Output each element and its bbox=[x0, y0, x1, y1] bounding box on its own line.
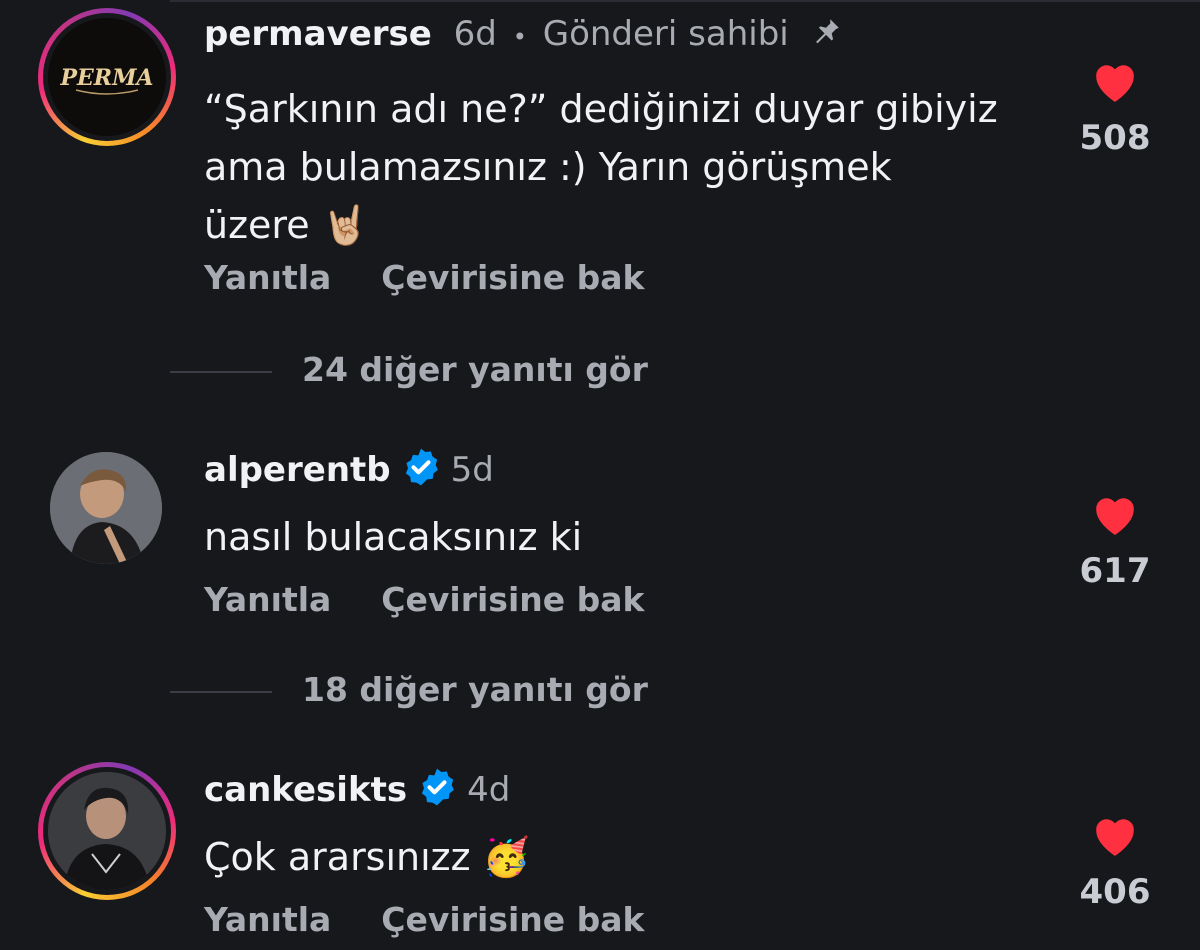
comment-text: nasıl bulacaksınız ki bbox=[204, 515, 583, 559]
view-more-replies-label[interactable]: 18 diğer yanıtı gör bbox=[302, 670, 648, 709]
username[interactable]: alperentb bbox=[204, 450, 391, 490]
verified-badge-icon bbox=[401, 447, 441, 496]
username[interactable]: permaverse bbox=[204, 14, 432, 54]
comment-header: permaverse 6d • Gönderi sahibi bbox=[204, 14, 843, 58]
divider-line bbox=[170, 370, 272, 373]
heart-icon[interactable] bbox=[1090, 498, 1140, 541]
comment-actions: Yanıtla Çevirisine bak bbox=[204, 580, 644, 619]
comment-header: alperentb 5d bbox=[204, 447, 494, 496]
comment-actions: Yanıtla Çevirisine bak bbox=[204, 900, 644, 939]
comment-text: “Şarkının adı ne?” dediğinizi duyar gibi… bbox=[204, 87, 998, 247]
like-button[interactable]: 406 bbox=[1070, 812, 1160, 912]
avatar-story-ring[interactable] bbox=[38, 762, 176, 900]
avatar: PERMA bbox=[48, 18, 166, 136]
comment-actions: Yanıtla Çevirisine bak bbox=[204, 258, 644, 297]
reply-button[interactable]: Yanıtla bbox=[204, 258, 331, 297]
like-count: 508 bbox=[1079, 118, 1151, 158]
view-more-replies[interactable]: 24 diğer yanıtı gör bbox=[170, 350, 648, 389]
avatar bbox=[48, 772, 166, 890]
see-translation-button[interactable]: Çevirisine bak bbox=[381, 900, 644, 939]
username[interactable]: cankesikts bbox=[204, 770, 407, 810]
see-translation-button[interactable]: Çevirisine bak bbox=[381, 580, 644, 619]
reply-button[interactable]: Yanıtla bbox=[204, 900, 331, 939]
timestamp: 6d bbox=[453, 14, 497, 54]
pin-icon bbox=[809, 15, 843, 58]
comment-text: Çok ararsınızz 🥳 bbox=[204, 835, 530, 879]
avatar-story-ring[interactable]: PERMA bbox=[38, 8, 176, 146]
divider-line bbox=[170, 690, 272, 693]
like-count: 406 bbox=[1079, 872, 1151, 912]
heart-icon[interactable] bbox=[1090, 819, 1140, 862]
like-count: 617 bbox=[1079, 551, 1151, 591]
svg-text:PERMA: PERMA bbox=[59, 65, 153, 91]
separator: • bbox=[512, 23, 527, 51]
profile-photo bbox=[50, 452, 162, 564]
perma-logo: PERMA bbox=[48, 18, 166, 136]
reply-button[interactable]: Yanıtla bbox=[204, 580, 331, 619]
profile-photo bbox=[48, 772, 166, 890]
verified-badge-icon bbox=[417, 767, 457, 816]
avatar[interactable] bbox=[50, 452, 162, 564]
see-translation-button[interactable]: Çevirisine bak bbox=[381, 258, 644, 297]
like-button[interactable]: 617 bbox=[1070, 491, 1160, 591]
comment-header: cankesikts 4d bbox=[204, 767, 510, 816]
timestamp: 4d bbox=[467, 770, 511, 810]
view-more-replies-label[interactable]: 24 diğer yanıtı gör bbox=[302, 350, 648, 389]
timestamp: 5d bbox=[450, 450, 494, 490]
view-more-replies[interactable]: 18 diğer yanıtı gör bbox=[170, 670, 648, 709]
top-divider bbox=[170, 0, 1200, 2]
like-button[interactable]: 508 bbox=[1070, 58, 1160, 158]
heart-icon[interactable] bbox=[1090, 65, 1140, 108]
author-badge: Gönderi sahibi bbox=[542, 14, 789, 54]
